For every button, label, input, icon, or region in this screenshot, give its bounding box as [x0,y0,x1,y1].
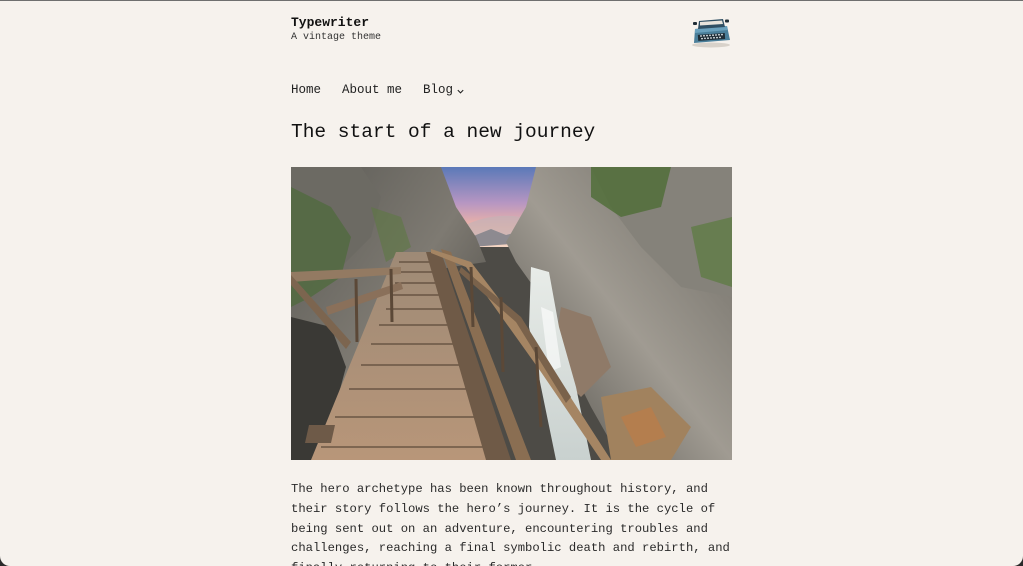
nav-item-home[interactable]: Home [291,83,321,97]
site-tagline: A vintage theme [291,32,382,43]
nav-item-label: About me [342,83,403,97]
site-header: Typewriter A vintage theme [291,15,732,59]
nav-item-about-me[interactable]: About me [342,83,402,97]
wooden-stairway-canyon-photo [291,167,732,460]
site-title[interactable]: Typewriter [291,15,369,30]
browser-viewport: Typewriter A vintage theme Home About me… [0,0,1023,566]
typewriter-icon[interactable] [690,16,732,48]
nav-item-blog[interactable]: Blog [423,83,465,97]
nav-item-label: Blog [423,83,454,97]
nav-item-label: Home [291,83,322,97]
chevron-down-icon[interactable] [456,87,465,96]
post-body-text: The hero archetype has been known throug… [291,482,730,566]
post-featured-image [291,167,732,460]
main-navigation: Home About me Blog [291,83,465,97]
post-title: The start of a new journey [291,121,596,143]
